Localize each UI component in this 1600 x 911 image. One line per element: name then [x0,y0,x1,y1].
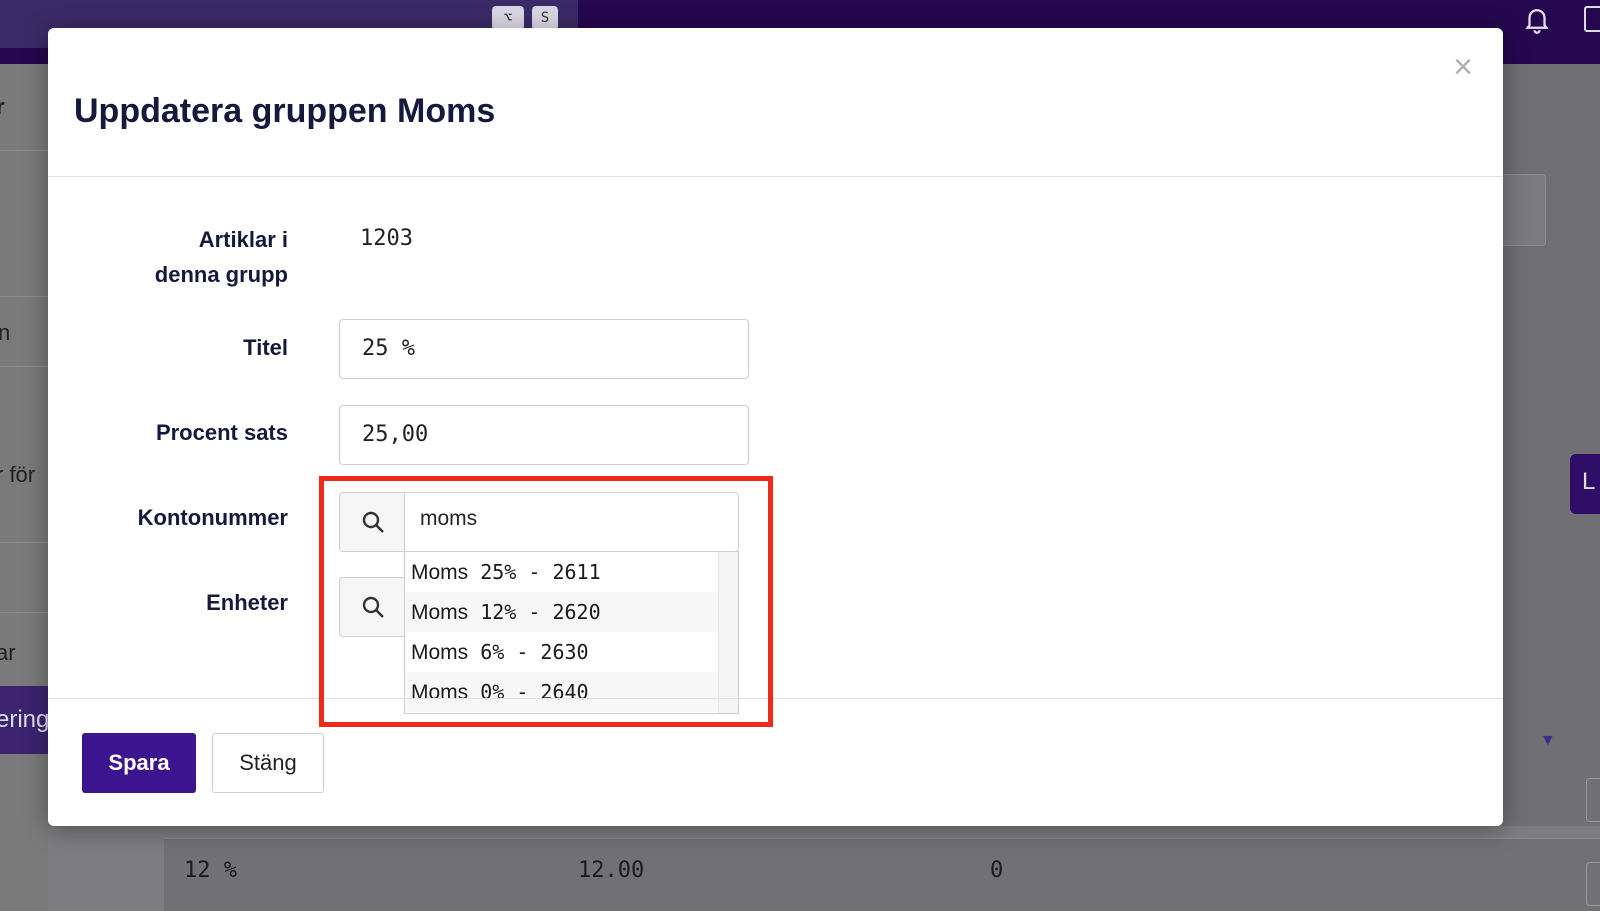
articles-label-line1: Artiklar i [198,227,288,252]
divider [48,176,1503,177]
save-button[interactable]: Spara [82,733,196,793]
background-action-button[interactable]: L [1570,454,1600,514]
close-icon[interactable]: × [1453,50,1473,84]
procent-label: Procent sats [155,420,288,445]
background-row-button[interactable] [1586,862,1600,906]
table-row [164,838,1600,911]
shortcut-key-option: ⌥ [492,6,524,30]
table-cell: 0 [990,858,1004,883]
titel-label: Titel [243,335,288,360]
divider [0,612,48,613]
enheter-label: Enheter [206,590,288,615]
background-action-label: L [1582,468,1596,495]
close-button[interactable]: Stäng [212,733,324,793]
edit-group-modal: × Uppdatera gruppen Moms Artiklar i denn… [48,28,1503,826]
articles-label-line2: denna grupp [154,262,288,287]
highlight-box [319,476,773,727]
background-text: r [0,94,5,119]
divider [0,366,48,367]
procent-input[interactable]: 25,00 [339,405,749,465]
shortcut-key-s: S [532,6,558,30]
sort-down-icon[interactable]: ▼ [1540,732,1556,750]
divider [0,150,48,151]
articles-count-value: 1203 [360,226,413,251]
background-nav-button[interactable]: ering [0,686,48,754]
background-text: ar [0,640,16,665]
bell-icon[interactable] [1522,4,1552,34]
kontonummer-label: Kontonummer [137,505,288,530]
procent-value: 25,00 [362,422,429,447]
table-cell: 12.00 [578,858,645,883]
divider [48,698,1503,699]
articles-count-label: Artiklar i denna grupp [155,222,288,292]
background-row-button[interactable] [1586,778,1600,822]
background-text: n [0,320,11,345]
titel-value: 25 % [362,336,415,361]
titel-input[interactable]: 25 % [339,319,749,379]
table-cell: 12 % [184,858,237,883]
divider [0,296,48,297]
divider [0,542,48,543]
background-text: r för [0,462,36,487]
topbar-checkbox-icon[interactable] [1584,6,1600,32]
modal-title: Uppdatera gruppen Moms [74,92,496,130]
